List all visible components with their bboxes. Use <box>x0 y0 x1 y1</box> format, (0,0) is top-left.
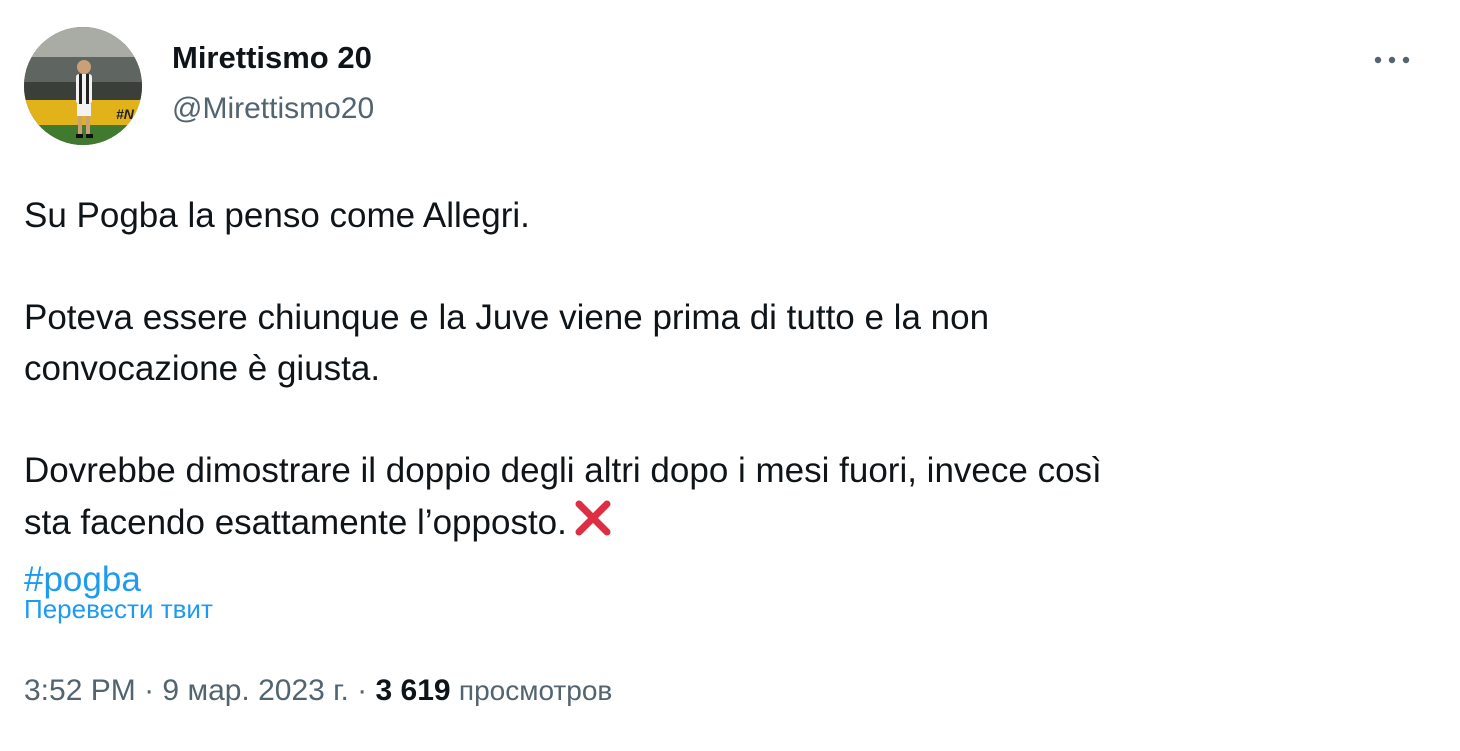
svg-text:#N: #N <box>116 106 135 122</box>
author-handle[interactable]: @Mirettismo20 <box>172 92 374 126</box>
meta-separator: · <box>144 674 155 707</box>
avatar-photo-icon: #N <box>24 27 142 145</box>
tweet-line-with-emoji: sta facendo esattamente l’opposto. <box>24 496 1424 554</box>
meta-separator: · <box>357 674 368 707</box>
more-dots-icon <box>1374 56 1410 64</box>
views-label: просмотров <box>458 675 613 706</box>
tweet-line: Dovrebbe dimostrare il doppio degli altr… <box>24 451 1102 490</box>
tweet-text: Su Pogba la penso come Allegri. Poteva e… <box>24 190 1424 605</box>
tweet-card: #N Mirettismo 20 @Mirettismo20 Su Pogba … <box>0 0 1460 751</box>
tweet-line: convocazione è giusta. <box>24 349 381 388</box>
author-avatar[interactable]: #N <box>24 27 142 145</box>
cross-mark-icon <box>571 496 615 554</box>
tweet-time[interactable]: 3:52 PM <box>24 674 136 707</box>
author-name[interactable]: Mirettismo 20 <box>172 40 372 76</box>
tweet-meta: 3:52 PM · 9 мар. 2023 г. · 3 619 просмот… <box>24 674 612 708</box>
more-options-button[interactable] <box>1370 40 1414 80</box>
views-count: 3 619 <box>375 674 451 707</box>
tweet-line: Su Pogba la penso come Allegri. <box>24 196 530 235</box>
tweet-date[interactable]: 9 мар. 2023 г. <box>162 674 348 707</box>
translate-tweet-link[interactable]: Перевести твит <box>24 594 213 625</box>
tweet-line: sta facendo esattamente l’opposto. <box>24 503 567 542</box>
tweet-line: Poteva essere chiunque e la Juve viene p… <box>24 298 990 337</box>
